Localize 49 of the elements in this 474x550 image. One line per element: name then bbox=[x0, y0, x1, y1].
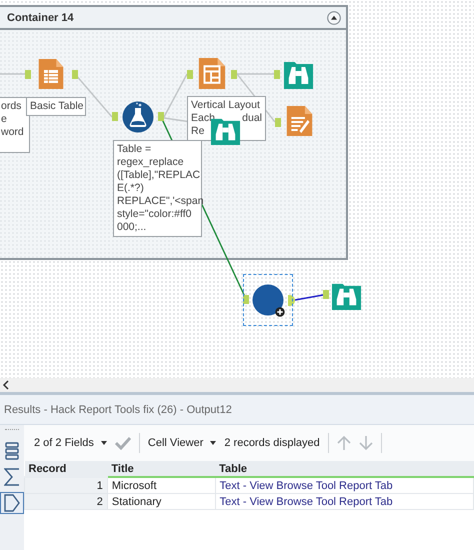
layout-tool-icon[interactable] bbox=[197, 57, 227, 90]
table-cell: Stationary bbox=[107, 494, 216, 510]
annotation-text: dual bbox=[242, 112, 262, 125]
annotation-text: REPLACE",'<span bbox=[117, 195, 204, 208]
container-title: Container 14 bbox=[7, 12, 74, 24]
fields-dropdown[interactable]: 2 of 2 Fields bbox=[34, 437, 107, 449]
annotation-text: Each bbox=[191, 112, 215, 125]
viewer-dropdown[interactable]: Cell Viewer bbox=[148, 437, 216, 449]
tag-icon bbox=[4, 494, 20, 512]
scroll-left-icon[interactable] bbox=[2, 380, 10, 390]
column-header[interactable]: Record bbox=[24, 461, 108, 477]
table-cell: 1 bbox=[24, 477, 108, 494]
check-icon[interactable] bbox=[114, 436, 131, 450]
collapse-button[interactable] bbox=[327, 10, 341, 24]
annotation-text: ords bbox=[1, 100, 22, 113]
rows-icon bbox=[5, 442, 19, 460]
table-cell: Text - View Browse Tool Report Tab bbox=[215, 477, 474, 494]
table-cell: 2 bbox=[24, 494, 108, 510]
report-tool-icon[interactable] bbox=[285, 105, 314, 137]
column-header[interactable]: Title bbox=[107, 461, 216, 477]
annotation-text: ([Table],"REPLAC bbox=[117, 169, 200, 182]
annotation-text: word bbox=[1, 126, 24, 139]
sigma-icon bbox=[4, 468, 20, 486]
annotation-text: E(.*?) bbox=[117, 182, 144, 195]
connection-anchor[interactable] bbox=[243, 295, 249, 304]
annotation-text: 000;... bbox=[117, 221, 146, 234]
annotation-text: Re bbox=[191, 125, 204, 138]
annotation-text: Table = bbox=[117, 143, 152, 156]
annotation-text: style="color:#ff0 bbox=[117, 208, 192, 221]
caret-icon bbox=[100, 441, 107, 445]
circle-tool-icon[interactable] bbox=[252, 284, 284, 316]
table-cell: Microsoft bbox=[107, 477, 216, 494]
annotation-text: Basic Table bbox=[30, 100, 84, 113]
connector-line bbox=[0, 73, 25, 75]
column-header[interactable]: Table bbox=[215, 461, 474, 477]
table-cell: Text - View Browse Tool Report Tab bbox=[215, 494, 474, 510]
caret-icon bbox=[210, 441, 216, 445]
results-title: Results - Hack Report Tools fix (26) - Output12 bbox=[4, 404, 232, 416]
plus-badge-icon bbox=[275, 307, 285, 317]
annotation-text: Vertical Layout bbox=[191, 99, 260, 112]
table-tool-icon[interactable] bbox=[37, 58, 65, 90]
connection-anchor[interactable] bbox=[288, 295, 295, 306]
records-count: 2 records displayed bbox=[224, 437, 320, 449]
down-arrow-icon[interactable] bbox=[358, 435, 373, 451]
annotation-text: regex_replace bbox=[117, 156, 184, 169]
connector-line bbox=[294, 294, 324, 301]
flask-icon[interactable] bbox=[122, 101, 154, 133]
side-tab[interactable] bbox=[0, 492, 24, 514]
annotation-text: e bbox=[1, 113, 7, 126]
